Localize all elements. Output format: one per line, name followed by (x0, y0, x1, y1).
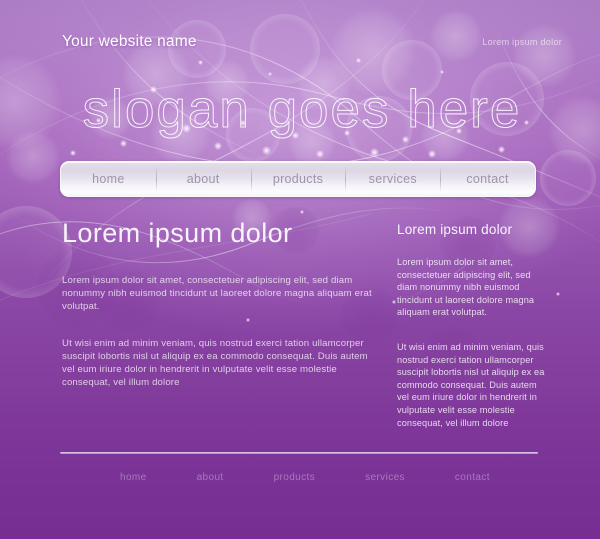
left-paragraph-1: Lorem ipsum dolor sit amet, consectetuer… (62, 275, 372, 313)
footer-divider (60, 452, 538, 454)
site-name: Your website name (62, 33, 197, 50)
content-column-right: Lorem ipsum dolor Lorem ipsum dolor sit … (397, 222, 547, 429)
nav-item-products[interactable]: products (250, 162, 346, 196)
nav-item-about[interactable]: about (155, 162, 251, 196)
website-template-page: Your website name Lorem ipsum dolor slog… (0, 0, 600, 539)
left-paragraph-2: Ut wisi enim ad minim veniam, quis nostr… (62, 337, 368, 389)
content-column-left: Lorem ipsum dolor Lorem ipsum dolor sit … (62, 218, 372, 389)
footer-navigation: home about products services contact (120, 472, 490, 483)
footer-item-products[interactable]: products (274, 472, 316, 483)
nav-item-contact[interactable]: contact (440, 162, 535, 196)
hero-slogan: slogan goes here (82, 80, 522, 139)
nav-item-home[interactable]: home (61, 162, 156, 196)
footer-item-services[interactable]: services (365, 472, 405, 483)
right-paragraph-1: Lorem ipsum dolor sit amet, consectetuer… (397, 257, 535, 318)
right-paragraph-2: Ut wisi enim ad minim veniam, quis nostr… (397, 341, 545, 428)
main-navigation: home about products services contact (60, 161, 536, 197)
right-heading: Lorem ipsum dolor (397, 222, 513, 237)
footer-item-about[interactable]: about (197, 472, 224, 483)
nav-item-services[interactable]: services (345, 162, 440, 196)
footer-item-contact[interactable]: contact (455, 472, 490, 483)
header-tagline: Lorem ipsum dolor (482, 37, 562, 47)
footer-item-home[interactable]: home (120, 472, 147, 483)
left-heading: Lorem ipsum dolor (62, 218, 293, 248)
